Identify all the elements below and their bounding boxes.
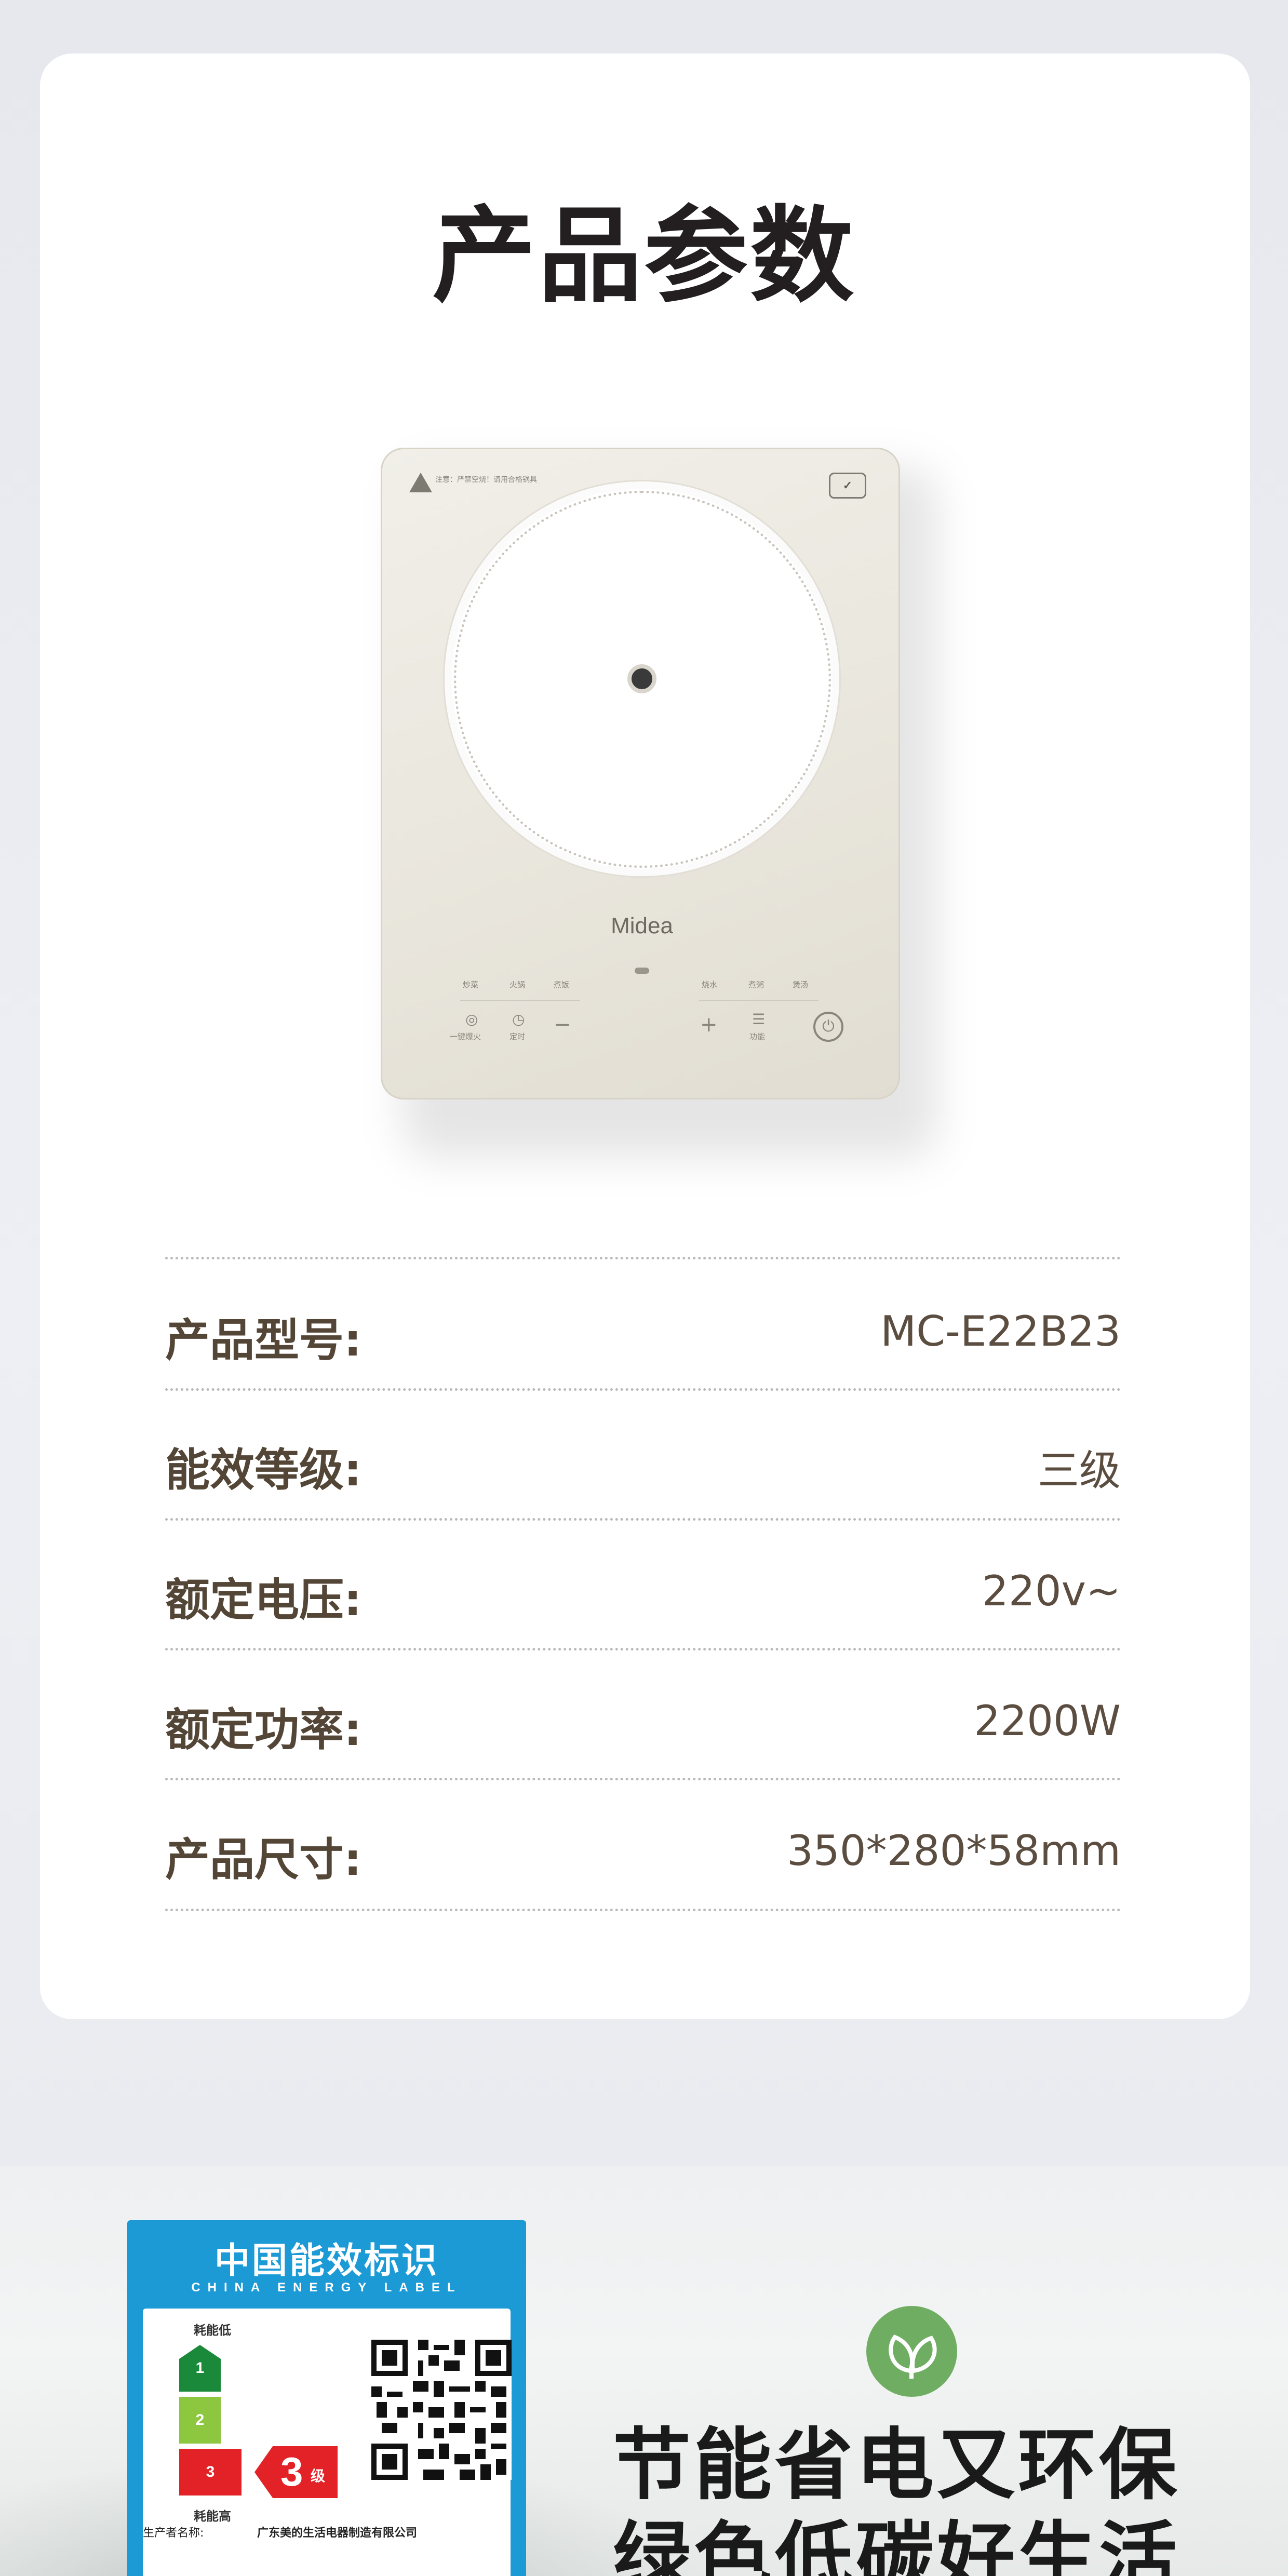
control-label: 炒菜 bbox=[463, 981, 479, 989]
warning-text: 注意：严禁空烧！请用合格锅具 bbox=[435, 475, 537, 484]
control-label: 烧水 bbox=[702, 981, 718, 989]
page-title: 产品参数 bbox=[432, 196, 856, 317]
certification-badge-icon: ✓ bbox=[829, 473, 866, 499]
flame-indicator-icon bbox=[635, 968, 649, 974]
spec-row-model: 产品型号: MC-E22B23 bbox=[165, 1259, 1121, 1389]
low-consumption-text: 耗能低 bbox=[194, 2323, 231, 2338]
grade-bar-3: 3 bbox=[179, 2449, 242, 2496]
button-label: 定时 bbox=[509, 1032, 526, 1041]
spec-row-size: 产品尺寸: 350*280*58mm bbox=[165, 1779, 1121, 1909]
energy-label-subtitle: CHINA ENERGY LABEL bbox=[191, 2280, 462, 2295]
high-consumption-text: 耗能高 bbox=[194, 2509, 231, 2524]
maker-label: 生产者名称: bbox=[143, 2527, 204, 2540]
product-image-cooktop: 注意：严禁空烧！请用合格锅具 ✓ Midea 炒菜 火锅 煮饭 烧水 煮粥 煲汤… bbox=[381, 448, 900, 1099]
control-label: 火锅 bbox=[509, 981, 526, 989]
cooking-zone bbox=[445, 481, 839, 876]
spec-row-voltage: 额定电压: 220v~ bbox=[165, 1519, 1121, 1649]
spec-value: 350*280*58mm bbox=[786, 1827, 1121, 1875]
timer-icon: ◷ bbox=[512, 1011, 525, 1028]
qr-code-icon bbox=[371, 2340, 512, 2480]
grade-bar-2: 2 bbox=[179, 2397, 221, 2444]
brand-logo: Midea bbox=[611, 913, 673, 938]
menu-icon: ☰ bbox=[752, 1011, 766, 1028]
button-label: 功能 bbox=[749, 1032, 766, 1041]
control-divider bbox=[460, 1000, 580, 1001]
temperature-sensor bbox=[627, 664, 656, 693]
spec-value: 220v~ bbox=[982, 1567, 1121, 1615]
spec-row-energy-grade: 能效等级: 三级 bbox=[165, 1389, 1121, 1519]
energy-label-card: 中国能效标识 CHINA ENERGY LABEL 耗能低 1 2 3 3 级 … bbox=[127, 2220, 526, 2576]
energy-section: 中国能效标识 CHINA ENERGY LABEL 耗能低 1 2 3 3 级 … bbox=[0, 2166, 1288, 2576]
power-icon: ⏻ bbox=[813, 1012, 843, 1042]
grade-bar-1: 1 bbox=[179, 2345, 221, 2392]
grade-suffix: 级 bbox=[311, 2467, 326, 2485]
current-grade-arrow: 3 级 bbox=[254, 2446, 338, 2498]
divider bbox=[165, 1909, 1121, 1911]
spec-label: 额定功率: bbox=[165, 1704, 362, 1756]
energy-label-title: 中国能效标识 bbox=[214, 2240, 439, 2282]
maker-value: 广东美的生活电器制造有限公司 bbox=[257, 2527, 418, 2540]
spec-label: 额定电压: bbox=[165, 1574, 362, 1626]
control-label: 煮饭 bbox=[554, 981, 570, 989]
minus-icon: − bbox=[554, 1013, 571, 1037]
spec-label: 产品尺寸: bbox=[165, 1834, 362, 1886]
spec-label: 产品型号: bbox=[165, 1314, 362, 1366]
leaf-icon bbox=[866, 2306, 957, 2397]
spec-label: 能效等级: bbox=[165, 1444, 362, 1496]
slogan-line-2: 绿色低碳好生活 bbox=[613, 2514, 1180, 2576]
spec-value: 2200W bbox=[974, 1697, 1121, 1745]
current-grade: 3 bbox=[280, 2449, 303, 2494]
spec-row-power: 额定功率: 2200W bbox=[165, 1649, 1121, 1779]
button-label: 一键爆火 bbox=[450, 1032, 481, 1041]
control-label: 煮粥 bbox=[748, 981, 764, 989]
spec-value: MC-E22B23 bbox=[880, 1307, 1121, 1356]
boost-icon: ◎ bbox=[465, 1011, 478, 1028]
control-label: 煲汤 bbox=[793, 981, 809, 989]
spec-value: 三级 bbox=[1038, 1446, 1121, 1495]
warning-icon bbox=[409, 473, 432, 492]
control-divider bbox=[699, 1000, 819, 1001]
plus-icon: + bbox=[700, 1013, 718, 1037]
